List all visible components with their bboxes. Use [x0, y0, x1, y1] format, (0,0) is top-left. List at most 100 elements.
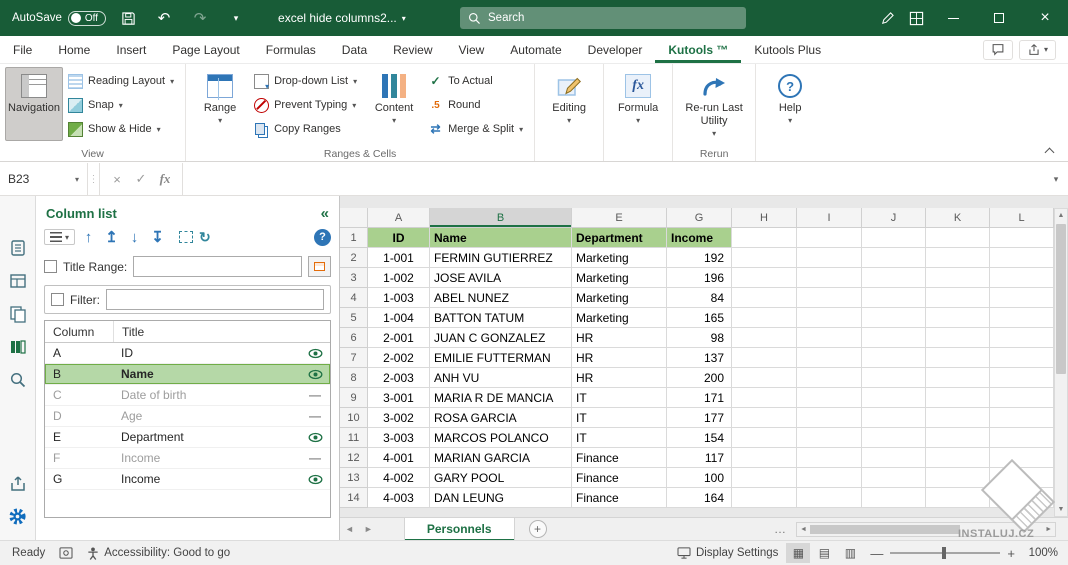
tab-automate[interactable]: Automate: [497, 36, 574, 63]
cell-I12[interactable]: [797, 448, 862, 468]
column-list-row-E[interactable]: E Department: [45, 427, 330, 448]
cell-G5[interactable]: 165: [667, 308, 732, 328]
cell-K8[interactable]: [926, 368, 990, 388]
cell-G12[interactable]: 117: [667, 448, 732, 468]
zoom-in-button[interactable]: +: [1007, 546, 1015, 561]
cell-K14[interactable]: [926, 488, 990, 508]
move-up-icon[interactable]: ↑: [79, 229, 98, 246]
worksheet-list-icon[interactable]: [8, 271, 28, 291]
cell-K9[interactable]: [926, 388, 990, 408]
row-header-6[interactable]: 6: [340, 328, 368, 348]
copy-ranges-button[interactable]: Copy Ranges: [251, 117, 363, 141]
row-header-8[interactable]: 8: [340, 368, 368, 388]
show-hide-button[interactable]: Show & Hide ▾: [65, 117, 180, 141]
cell-E9[interactable]: IT: [572, 388, 667, 408]
minimize-button[interactable]: [930, 0, 976, 36]
cell-J12[interactable]: [862, 448, 926, 468]
column-header-B[interactable]: B: [430, 208, 572, 228]
navigation-button[interactable]: Navigation: [5, 67, 63, 141]
cell-J13[interactable]: [862, 468, 926, 488]
cell-H11[interactable]: [732, 428, 797, 448]
scroll-down-icon[interactable]: ▼: [1055, 503, 1067, 516]
row-header-2[interactable]: 2: [340, 248, 368, 268]
row-header-14[interactable]: 14: [340, 488, 368, 508]
cell-J4[interactable]: [862, 288, 926, 308]
cell-E11[interactable]: IT: [572, 428, 667, 448]
column-header-L[interactable]: L: [990, 208, 1054, 228]
cell-J3[interactable]: [862, 268, 926, 288]
cell-B11[interactable]: MARCOS POLANCO: [430, 428, 572, 448]
cell-I9[interactable]: [797, 388, 862, 408]
cell-E12[interactable]: Finance: [572, 448, 667, 468]
cell-K1[interactable]: [926, 228, 990, 248]
column-list-row-A[interactable]: A ID: [45, 343, 330, 364]
move-to-bottom-icon[interactable]: ↧: [148, 228, 167, 246]
row-header-3[interactable]: 3: [340, 268, 368, 288]
cell-E3[interactable]: Marketing: [572, 268, 667, 288]
cell-K3[interactable]: [926, 268, 990, 288]
tab-home[interactable]: Home: [45, 36, 103, 63]
cell-B2[interactable]: FERMIN GUTIERREZ: [430, 248, 572, 268]
cell-G9[interactable]: 171: [667, 388, 732, 408]
table-grid-icon[interactable]: [902, 5, 930, 31]
cell-B8[interactable]: ANH VU: [430, 368, 572, 388]
cell-A13[interactable]: 4-002: [368, 468, 430, 488]
hidden-dash-icon[interactable]: —: [300, 388, 330, 402]
cell-J6[interactable]: [862, 328, 926, 348]
tab-page-layout[interactable]: Page Layout: [159, 36, 252, 63]
cell-B5[interactable]: BATTON TATUM: [430, 308, 572, 328]
cell-L3[interactable]: [990, 268, 1054, 288]
row-header-11[interactable]: 11: [340, 428, 368, 448]
cell-L8[interactable]: [990, 368, 1054, 388]
cell-H8[interactable]: [732, 368, 797, 388]
export-share-icon[interactable]: [8, 473, 28, 493]
cell-L6[interactable]: [990, 328, 1054, 348]
cell-J1[interactable]: [862, 228, 926, 248]
accessibility-status[interactable]: Accessibility: Good to go: [87, 546, 230, 560]
cell-B10[interactable]: ROSA GARCIA: [430, 408, 572, 428]
cell-H9[interactable]: [732, 388, 797, 408]
cell-K12[interactable]: [926, 448, 990, 468]
cell-A9[interactable]: 3-001: [368, 388, 430, 408]
expand-formula-bar-icon[interactable]: ▾: [1044, 163, 1068, 195]
cell-H6[interactable]: [732, 328, 797, 348]
column-list-row-F[interactable]: F Income —: [45, 448, 330, 469]
cell-H7[interactable]: [732, 348, 797, 368]
cell-I8[interactable]: [797, 368, 862, 388]
cell-I3[interactable]: [797, 268, 862, 288]
cell-L9[interactable]: [990, 388, 1054, 408]
cell-G6[interactable]: 98: [667, 328, 732, 348]
dropdown-list-button[interactable]: Drop-down List ▾: [251, 69, 363, 93]
cell-J9[interactable]: [862, 388, 926, 408]
round-button[interactable]: .5 Round: [425, 93, 529, 117]
cell-H1[interactable]: [732, 228, 797, 248]
cell-H4[interactable]: [732, 288, 797, 308]
cell-E5[interactable]: Marketing: [572, 308, 667, 328]
cell-B6[interactable]: JUAN C GONZALEZ: [430, 328, 572, 348]
cell-H12[interactable]: [732, 448, 797, 468]
range-button[interactable]: Range ▾: [191, 67, 249, 141]
cell-E2[interactable]: Marketing: [572, 248, 667, 268]
column-header-E[interactable]: E: [572, 208, 667, 228]
row-header-1[interactable]: 1: [340, 228, 368, 248]
cell-B3[interactable]: JOSE AVILA: [430, 268, 572, 288]
column-list-icon[interactable]: [8, 337, 28, 357]
tab-overflow-icon[interactable]: …: [774, 522, 796, 536]
move-down-icon[interactable]: ↓: [125, 229, 144, 246]
document-title[interactable]: excel hide columns2... ▾: [278, 11, 406, 25]
cell-K10[interactable]: [926, 408, 990, 428]
title-range-checkbox[interactable]: [44, 260, 57, 273]
cell-K5[interactable]: [926, 308, 990, 328]
cell-A11[interactable]: 3-003: [368, 428, 430, 448]
clipboard-icon[interactable]: [8, 304, 28, 324]
cell-J8[interactable]: [862, 368, 926, 388]
hidden-dash-icon[interactable]: —: [300, 409, 330, 423]
cell-E4[interactable]: Marketing: [572, 288, 667, 308]
cell-J5[interactable]: [862, 308, 926, 328]
cell-L13[interactable]: [990, 468, 1054, 488]
cell-E7[interactable]: HR: [572, 348, 667, 368]
tab-file[interactable]: File: [0, 36, 45, 63]
sheet-nav-right-icon[interactable]: ►: [359, 524, 378, 534]
row-header-4[interactable]: 4: [340, 288, 368, 308]
find-replace-icon[interactable]: [8, 370, 28, 390]
